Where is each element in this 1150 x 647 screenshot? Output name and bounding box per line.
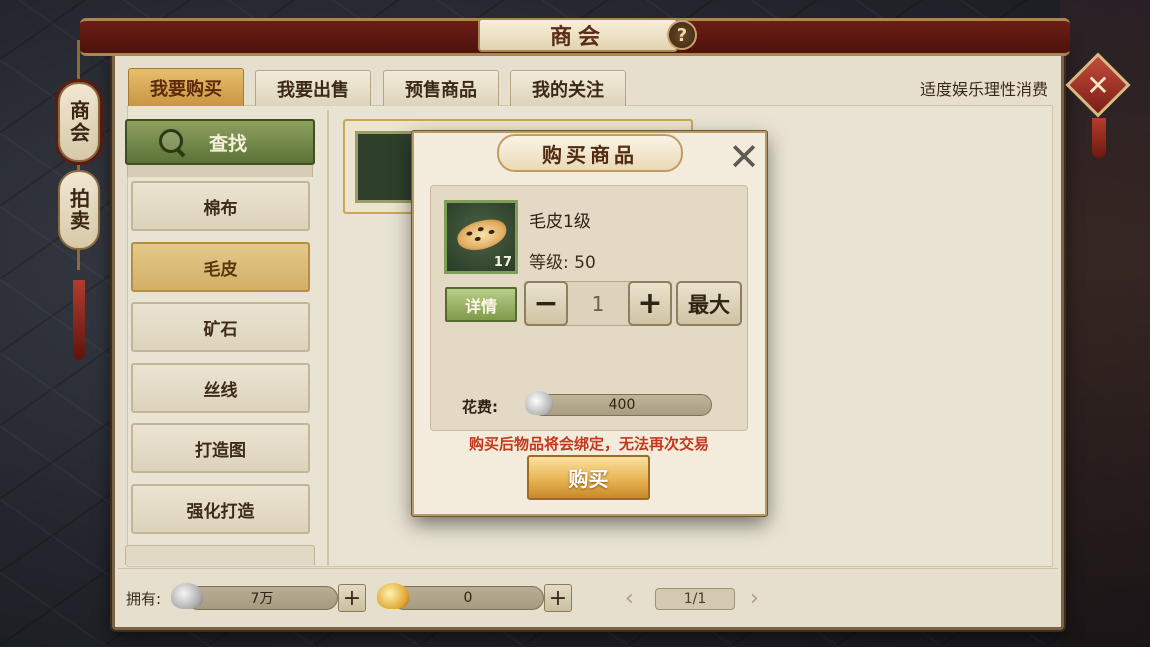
- question-icon[interactable]: ?: [667, 20, 697, 50]
- prev-page-icon[interactable]: ‹: [625, 586, 634, 611]
- bind-warning: 购买后物品将会绑定，无法再次交易: [468, 435, 709, 453]
- tab-buy[interactable]: 我要购买: [128, 68, 244, 106]
- gold-balance: 0: [392, 586, 544, 610]
- silver-balance: 7万: [186, 586, 338, 610]
- silver-ingot-icon: [525, 391, 553, 415]
- tab-sell[interactable]: 我要出售: [255, 70, 371, 106]
- tagline: 适度娱乐理性消费: [919, 80, 1048, 99]
- silver-ingot-icon: [171, 583, 203, 609]
- add-silver-button[interactable]: +: [338, 584, 366, 612]
- side-tassel: [73, 280, 85, 360]
- category-more: [125, 545, 315, 565]
- close-tassel: [1092, 118, 1106, 158]
- item-level: 等级: 50: [529, 248, 596, 273]
- details-button[interactable]: 详情: [445, 287, 517, 322]
- dialog-title: 购买商品: [497, 134, 683, 172]
- window-title: 商会: [478, 18, 678, 52]
- next-page-icon[interactable]: ›: [750, 586, 759, 611]
- max-quantity-button[interactable]: 最大: [676, 281, 742, 326]
- category-fur[interactable]: 毛皮: [131, 242, 310, 292]
- side-tab-auction[interactable]: 拍卖: [58, 170, 100, 250]
- level-value: 50: [574, 253, 596, 273]
- category-enhance[interactable]: 强化打造: [131, 484, 310, 534]
- own-label: 拥有:: [126, 590, 162, 608]
- close-dialog-button[interactable]: ✕: [726, 138, 762, 176]
- increase-quantity-button[interactable]: +: [628, 281, 672, 326]
- tab-presale[interactable]: 预售商品: [383, 70, 499, 106]
- page-indicator: 1/1: [655, 588, 735, 610]
- decrease-quantity-button[interactable]: −: [524, 281, 568, 326]
- cost-value: 400: [532, 394, 712, 416]
- item-name: 毛皮1级: [529, 212, 591, 232]
- search-button[interactable]: 查找: [125, 119, 315, 165]
- category-ore[interactable]: 矿石: [131, 302, 310, 352]
- fur-pelt-icon: [454, 216, 510, 254]
- buy-button[interactable]: 购买: [527, 455, 650, 500]
- gold-ingot-icon: [377, 583, 409, 609]
- close-x-icon: ✕: [1086, 68, 1110, 102]
- category-cotton[interactable]: 棉布: [131, 181, 310, 231]
- search-icon: [157, 127, 187, 157]
- cost-label: 花费:: [462, 398, 498, 416]
- quantity-input[interactable]: 1: [568, 288, 628, 320]
- item-stack-count: 17: [493, 255, 512, 270]
- column-divider: [327, 110, 329, 565]
- tab-watchlist[interactable]: 我的关注: [510, 70, 626, 106]
- category-blueprint[interactable]: 打造图: [131, 423, 310, 473]
- category-silk[interactable]: 丝线: [131, 363, 310, 413]
- category-strip: [127, 165, 313, 177]
- item-icon: 17: [444, 200, 518, 274]
- search-label: 查找: [209, 132, 248, 155]
- side-tab-guild[interactable]: 商会: [58, 82, 100, 162]
- level-label: 等级:: [529, 253, 569, 273]
- add-gold-button[interactable]: +: [544, 584, 572, 612]
